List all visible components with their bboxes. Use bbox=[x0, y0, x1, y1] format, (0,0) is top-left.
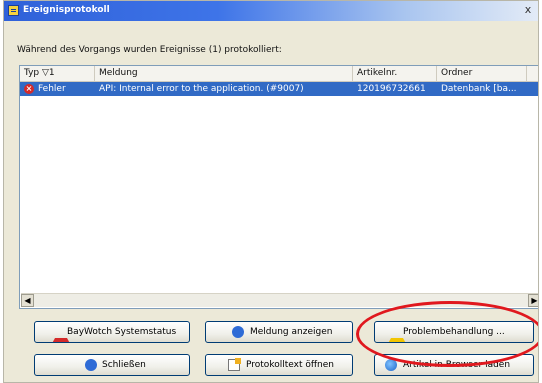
load-browser-label: Artikel in Browser laden bbox=[403, 360, 511, 370]
troubleshoot-label: Problembehandlung ... bbox=[403, 327, 505, 337]
row-folder: Datenbank [ba... bbox=[441, 84, 517, 94]
error-icon: × bbox=[24, 84, 34, 94]
column-header-type[interactable]: Typ ▽1 bbox=[20, 66, 95, 81]
globe-icon bbox=[385, 359, 397, 371]
column-header-message[interactable]: Meldung bbox=[95, 66, 353, 81]
column-header-article[interactable]: Artikelnr. bbox=[353, 66, 437, 81]
info-text: Während des Vorgangs wurden Ereignisse (… bbox=[17, 45, 282, 55]
row-type: Fehler bbox=[38, 84, 66, 94]
show-message-label: Meldung anzeigen bbox=[250, 327, 333, 337]
event-list[interactable]: Typ ▽1 Meldung Artikelnr. Ordner × Fehle… bbox=[19, 65, 538, 309]
close-icon[interactable]: x bbox=[521, 4, 535, 17]
column-header-folder[interactable]: Ordner bbox=[437, 66, 527, 81]
load-browser-button[interactable]: Artikel in Browser laden bbox=[374, 354, 534, 376]
baywotch-status-label: BayWotch Systemstatus bbox=[67, 327, 177, 337]
horizontal-scrollbar[interactable]: ◀ ▶ bbox=[21, 293, 538, 307]
document-icon bbox=[228, 358, 241, 371]
scroll-left-icon[interactable]: ◀ bbox=[21, 294, 34, 307]
open-log-button[interactable]: Protokolltext öffnen bbox=[205, 354, 353, 376]
close-circle-icon bbox=[85, 359, 97, 371]
open-log-label: Protokolltext öffnen bbox=[246, 360, 334, 370]
troubleshoot-button[interactable]: Problembehandlung ... bbox=[374, 321, 534, 343]
row-message: API: Internal error to the application. … bbox=[99, 84, 304, 94]
app-icon bbox=[8, 5, 19, 16]
title-bar[interactable]: Ereignisprotokoll x bbox=[4, 1, 538, 21]
close-label: Schließen bbox=[102, 360, 146, 370]
list-header: Typ ▽1 Meldung Artikelnr. Ordner bbox=[20, 66, 538, 82]
window-title: Ereignisprotokoll bbox=[23, 5, 110, 15]
row-article: 120196732661 bbox=[357, 84, 426, 94]
baywotch-status-button[interactable]: BayWotch Systemstatus bbox=[34, 321, 190, 343]
table-row[interactable]: × Fehler API: Internal error to the appl… bbox=[20, 82, 538, 96]
event-log-window: Ereignisprotokoll x Während des Vorgangs… bbox=[3, 0, 539, 383]
message-icon bbox=[232, 326, 244, 338]
close-button[interactable]: Schließen bbox=[34, 354, 190, 376]
column-header-overflow[interactable] bbox=[527, 66, 538, 81]
show-message-button[interactable]: Meldung anzeigen bbox=[205, 321, 353, 343]
scroll-right-icon[interactable]: ▶ bbox=[528, 294, 538, 307]
